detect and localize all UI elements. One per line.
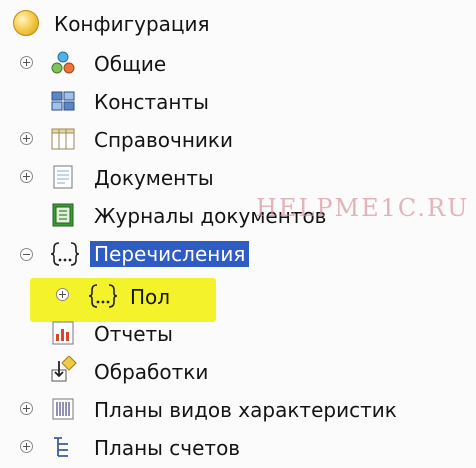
tree-item-documents[interactable]: Документы (0, 160, 476, 198)
constants-icon (50, 88, 76, 114)
expand-plus-icon[interactable] (20, 132, 33, 145)
tree-item-label[interactable]: Планы счетов (94, 435, 240, 461)
tree-item-label-selected[interactable]: Перечисления (90, 241, 250, 267)
tree-item-enumeration-gender[interactable]: Пол (0, 278, 476, 316)
expand-plus-icon[interactable] (56, 288, 69, 301)
tree-item-label[interactable]: Обработки (94, 359, 208, 385)
tree-item-label[interactable]: Константы (94, 89, 209, 115)
tree-item-characteristic-types[interactable]: Планы видов характеристик (0, 392, 476, 430)
tree-item-charts-of-accounts[interactable]: Планы счетов (0, 430, 476, 468)
configuration-tree[interactable]: Конфигурация Общие Константы Справочники… (0, 0, 476, 460)
expand-plus-icon[interactable] (20, 170, 33, 183)
tree-item-label[interactable]: Справочники (94, 127, 233, 153)
tree-item-reports[interactable]: Отчеты (0, 316, 476, 354)
tree-root-label[interactable]: Конфигурация (54, 11, 210, 37)
tree-item-label[interactable]: Пол (130, 284, 170, 310)
tree-root-row[interactable]: Конфигурация (0, 8, 476, 46)
tree-item-common[interactable]: Общие (0, 46, 476, 84)
tree-item-label[interactable]: Журналы документов (94, 203, 326, 229)
tree-item-document-journals[interactable]: Журналы документов (0, 198, 476, 236)
document-journals-icon (50, 202, 76, 228)
expand-plus-icon[interactable] (20, 402, 33, 415)
collapse-minus-icon[interactable] (20, 248, 33, 261)
enumerations-icon (50, 240, 80, 266)
charts-of-accounts-icon (50, 434, 76, 460)
characteristic-types-icon (50, 396, 76, 422)
tree-item-catalogs[interactable]: Справочники (0, 122, 476, 160)
tree-item-label[interactable]: Общие (94, 51, 166, 77)
catalogs-icon (50, 126, 76, 152)
configuration-root-icon (13, 10, 39, 36)
tree-item-label[interactable]: Планы видов характеристик (94, 397, 397, 423)
expand-plus-icon[interactable] (20, 56, 33, 69)
common-objects-icon (50, 50, 76, 76)
reports-icon (50, 320, 76, 346)
tree-item-label[interactable]: Документы (94, 165, 214, 191)
tree-item-data-processors[interactable]: Обработки (0, 354, 476, 392)
documents-icon (50, 164, 76, 190)
enumeration-icon (88, 282, 118, 308)
tree-item-constants[interactable]: Константы (0, 84, 476, 122)
expand-plus-icon[interactable] (20, 440, 33, 453)
tree-item-label[interactable]: Отчеты (94, 321, 173, 347)
tree-item-enumerations[interactable]: Перечисления (0, 236, 476, 274)
data-processors-icon (50, 355, 77, 382)
